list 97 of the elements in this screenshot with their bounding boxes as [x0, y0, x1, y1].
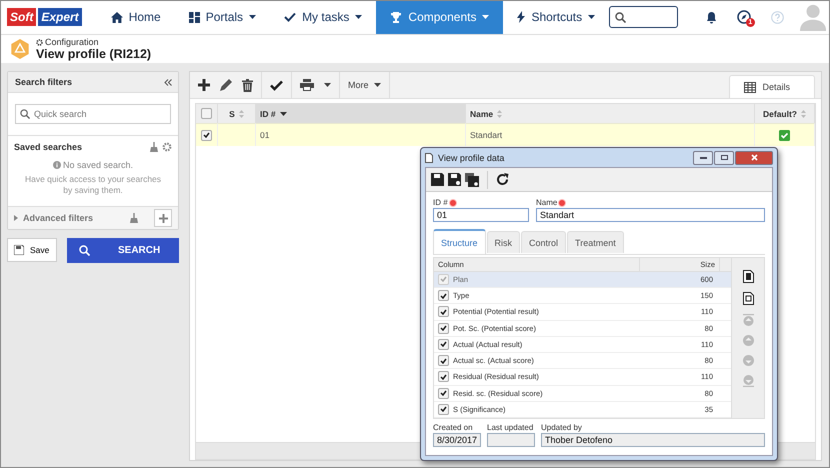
document-icon	[425, 152, 433, 162]
broom-icon[interactable]	[150, 142, 158, 152]
column-header[interactable]: ID #	[260, 108, 276, 118]
collapse-icon[interactable]	[164, 78, 172, 86]
caret-icon	[355, 15, 362, 19]
printer-icon[interactable]	[300, 79, 314, 91]
checkbox[interactable]	[438, 371, 449, 382]
checkmark-icon[interactable]	[270, 80, 283, 90]
nav-menu-item[interactable]: Shortcuts	[503, 0, 610, 34]
tab[interactable]: Treatment	[567, 231, 624, 253]
refresh-icon[interactable]	[496, 173, 509, 186]
caret-icon	[482, 15, 490, 19]
field-label: ID #	[433, 198, 448, 207]
date-field[interactable]: 8/30/2017	[433, 433, 481, 447]
required-icon	[558, 198, 566, 206]
plus-icon	[158, 214, 168, 222]
checkbox[interactable]	[438, 306, 449, 318]
tab[interactable]: Structure	[433, 229, 486, 254]
column-header[interactable]: S	[229, 108, 235, 118]
panel-title: Search filters	[15, 77, 72, 87]
checkbox[interactable]	[201, 108, 212, 119]
gear-icon[interactable]	[162, 142, 172, 152]
checkbox[interactable]	[201, 130, 212, 140]
table-cell: Standart	[466, 123, 755, 146]
compass-icon[interactable]	[736, 10, 751, 24]
search-icon	[615, 12, 626, 22]
caret-icon	[374, 83, 381, 87]
caret-icon	[324, 83, 331, 87]
maximize-icon	[720, 155, 728, 160]
nav-menu-item[interactable]: My tasks	[270, 0, 376, 34]
sort-icon	[238, 110, 244, 118]
checkbox[interactable]	[438, 290, 449, 302]
caret-icon	[588, 15, 596, 19]
id-field[interactable]: 01	[433, 208, 529, 222]
search-button[interactable]: SEARCH	[67, 238, 179, 263]
checkbox[interactable]	[438, 338, 449, 350]
broom-icon[interactable]	[130, 213, 138, 223]
empty-message: No saved search.	[62, 160, 134, 170]
section-title: Saved searches	[14, 142, 82, 152]
nav-menu-item[interactable]: Home	[96, 0, 175, 34]
checkbox[interactable]	[438, 404, 449, 415]
save-button[interactable]: Save	[7, 238, 57, 262]
required-icon	[448, 198, 457, 206]
dialog-title: View profile data	[438, 152, 504, 162]
field-label: Name	[536, 198, 558, 207]
table-icon	[744, 82, 756, 92]
pencil-icon[interactable]	[220, 79, 232, 91]
add-filter-button[interactable]	[154, 209, 172, 227]
expand-icon[interactable]	[14, 215, 18, 221]
checkbox[interactable]	[438, 322, 449, 334]
sort-icon	[801, 110, 806, 118]
plus-icon[interactable]	[198, 79, 210, 91]
close-icon	[750, 154, 758, 161]
field-label: Created on	[433, 423, 474, 432]
trash-icon[interactable]	[242, 78, 253, 92]
trophy-icon	[390, 12, 402, 22]
search-icon	[20, 109, 30, 119]
search-icon	[79, 245, 90, 256]
column-header[interactable]: Name	[470, 108, 494, 118]
updated-by-field[interactable]: Thober Detofeno	[541, 433, 765, 447]
caret-icon	[249, 15, 256, 19]
maximize-button[interactable]	[714, 150, 734, 164]
date-field[interactable]	[487, 433, 535, 447]
details-tab[interactable]: Details	[729, 75, 815, 98]
caret-icon	[280, 112, 287, 116]
quick-search-field[interactable]: Quick search	[15, 104, 171, 124]
field-label: Updated by	[541, 423, 583, 432]
lightning-icon	[517, 11, 526, 23]
checkbox[interactable]	[438, 355, 449, 366]
tab[interactable]: Risk	[486, 231, 520, 253]
grid-icon	[188, 12, 200, 22]
warning-icon	[10, 39, 30, 59]
document-icon[interactable]	[742, 270, 754, 283]
bell-icon[interactable]	[706, 10, 717, 24]
breadcrumb: Configuration	[45, 37, 99, 47]
floppy-disks-icon[interactable]	[465, 172, 479, 186]
field-label: Last updated	[487, 423, 534, 432]
sort-icon	[497, 110, 502, 118]
minimize-button[interactable]	[693, 150, 713, 164]
info-icon	[52, 161, 61, 169]
nav-menu-item[interactable]: Components	[376, 0, 504, 34]
home-icon	[110, 12, 123, 22]
close-button[interactable]	[735, 150, 773, 164]
empty-hint: Have quick access to your searches by saving them.	[24, 174, 162, 196]
document-icon[interactable]	[742, 292, 754, 305]
minimize-icon	[700, 156, 706, 158]
tab[interactable]: Control	[521, 231, 566, 253]
nav-menu-item[interactable]: Portals	[174, 0, 270, 34]
advanced-filters-toggle[interactable]: Advanced filters	[23, 213, 94, 223]
more-menu[interactable]: More	[348, 80, 381, 90]
gear-icon	[36, 38, 43, 46]
name-field[interactable]: Standart	[536, 208, 765, 222]
search-field[interactable]	[609, 6, 678, 28]
table-cell: 01	[256, 123, 466, 146]
page-title: View profile (RI212)	[36, 47, 152, 61]
checkbox[interactable]	[438, 388, 449, 399]
check-icon	[284, 12, 296, 22]
